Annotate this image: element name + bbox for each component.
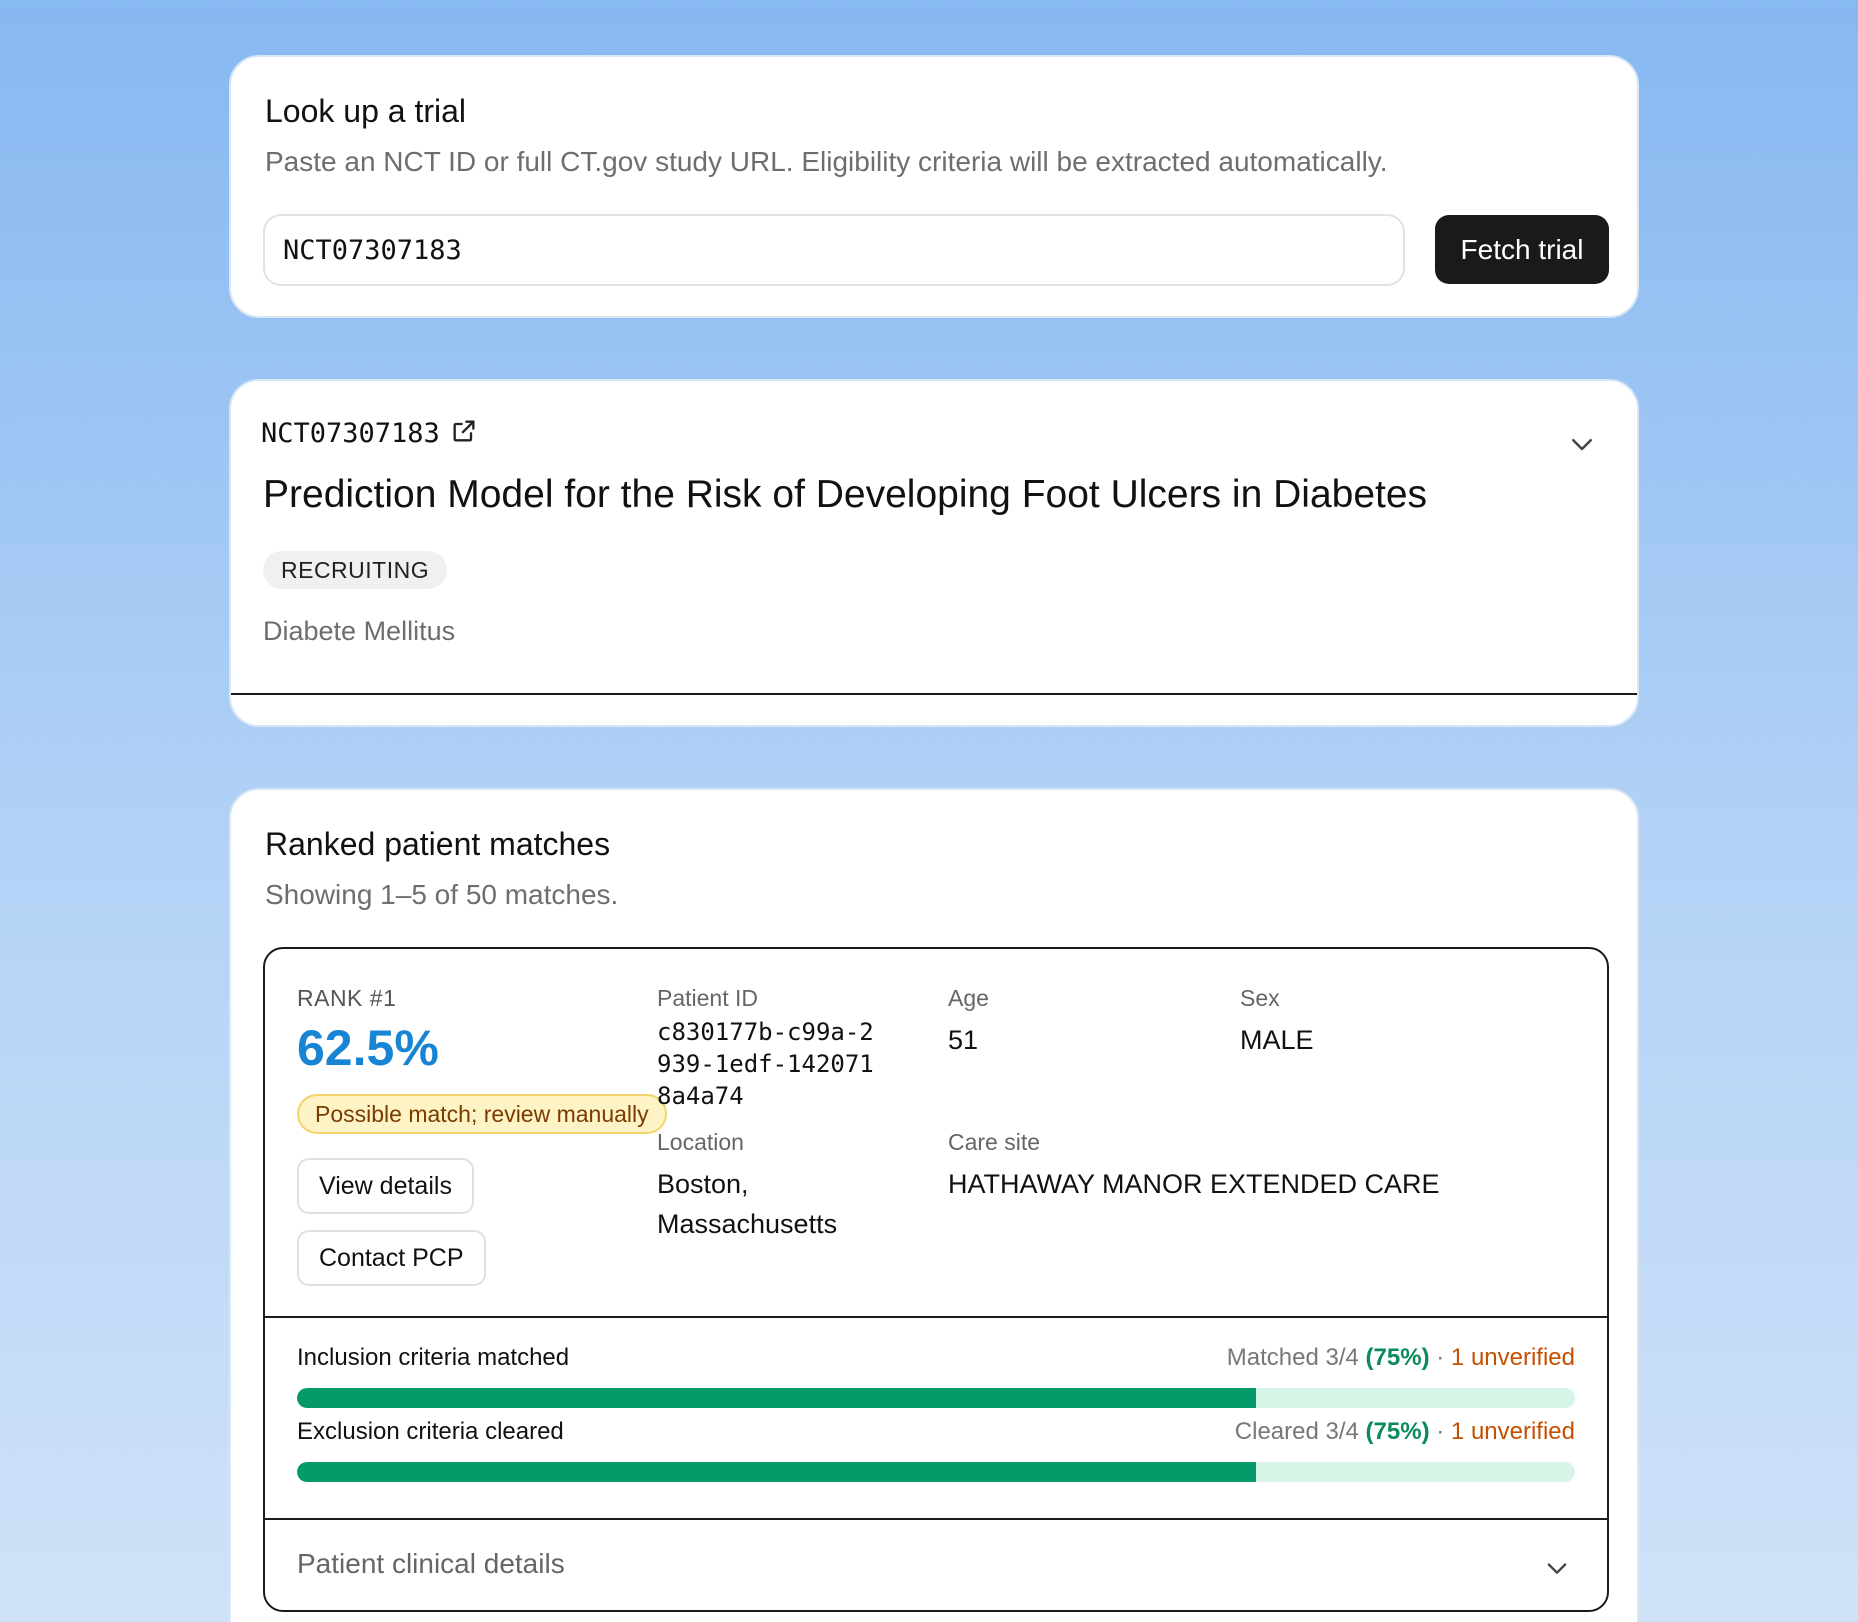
trial-id: NCT07307183 (261, 418, 440, 449)
trial-id-row: NCT07307183 (261, 417, 478, 450)
location-value: Boston, Massachusetts (657, 1169, 838, 1239)
nct-id-input[interactable] (263, 214, 1405, 286)
exclusion-count: Cleared 3/4 (1234, 1418, 1359, 1445)
inclusion-label: Inclusion criteria matched (297, 1344, 570, 1371)
inclusion-criteria-row: Inclusion criteria matched Matched 3/4 (… (297, 1318, 1575, 1408)
care-site-value: HATHAWAY MANOR EXTENDED CARE (948, 1169, 1440, 1199)
patient-id-field: Patient ID c830177b-c99a-2939-1edf-14207… (657, 985, 879, 1112)
exclusion-label: Exclusion criteria cleared (297, 1418, 564, 1445)
location-label: Location (657, 1129, 744, 1155)
rank-label: RANK #1 (297, 985, 397, 1011)
matches-title: Ranked patient matches (265, 826, 611, 862)
lookup-subtitle: Paste an NCT ID or full CT.gov study URL… (265, 146, 1388, 177)
patient-match-card: RANK #1 62.5% Possible match; review man… (263, 947, 1609, 1612)
exclusion-summary: Cleared 3/4 (75%) · 1 unverified (1235, 1418, 1575, 1446)
clinical-details-label: Patient clinical details (297, 1548, 565, 1579)
trial-divider (231, 693, 1637, 695)
external-link-icon (453, 420, 475, 442)
inclusion-unverified: 1 unverified (1450, 1344, 1575, 1371)
match-status-badge: Possible match; review manually (297, 1094, 667, 1134)
matches-card: Ranked patient matches Showing 1–5 of 50… (229, 788, 1639, 1622)
exclusion-unverified: 1 unverified (1450, 1418, 1575, 1445)
patient-clinical-details-toggle[interactable]: Patient clinical details (265, 1518, 1607, 1610)
inclusion-summary: Matched 3/4 (75%) · 1 unverified (1227, 1344, 1575, 1372)
sex-value: MALE (1240, 1025, 1314, 1055)
trial-title: Prediction Model for the Risk of Develop… (263, 473, 1428, 516)
sex-field: Sex MALE (1240, 985, 1460, 1060)
match-score: 62.5% (297, 1020, 439, 1076)
criteria-section: Inclusion criteria matched Matched 3/4 (… (265, 1316, 1607, 1518)
trial-external-link[interactable] (450, 417, 478, 450)
status-badge: RECRUITING (263, 551, 448, 589)
inclusion-count: Matched 3/4 (1226, 1344, 1359, 1371)
matches-subtitle: Showing 1–5 of 50 matches. (265, 879, 619, 910)
inclusion-percent: (75%) (1365, 1344, 1430, 1371)
trial-card: NCT07307183 Prediction Model for the Ris… (229, 379, 1639, 727)
exclusion-progress-fill (297, 1462, 1256, 1482)
fetch-trial-button[interactable]: Fetch trial (1435, 215, 1609, 284)
trial-condition: Diabete Mellitus (263, 616, 456, 646)
age-field: Age 51 (948, 985, 1168, 1060)
lookup-row: Fetch trial (263, 214, 1609, 286)
lookup-title: Look up a trial (265, 93, 467, 129)
lookup-card: Look up a trial Paste an NCT ID or full … (229, 55, 1639, 318)
view-details-button[interactable]: View details (297, 1158, 474, 1214)
chevron-down-icon (1547, 1563, 1567, 1574)
care-site-field: Care site HATHAWAY MANOR EXTENDED CARE (948, 1129, 1568, 1204)
contact-pcp-button[interactable]: Contact PCP (297, 1230, 486, 1286)
exclusion-criteria-row: Exclusion criteria cleared Cleared 3/4 (… (297, 1392, 1575, 1482)
age-value: 51 (948, 1025, 979, 1055)
patient-id-label: Patient ID (657, 985, 758, 1011)
exclusion-progress-bar (297, 1462, 1575, 1482)
location-field: Location Boston, Massachusetts (657, 1129, 887, 1244)
patient-id-value: c830177b-c99a-2939-1edf-1420718a4a74 (657, 1018, 874, 1110)
exclusion-percent: (75%) (1365, 1418, 1430, 1445)
age-label: Age (948, 985, 989, 1011)
inclusion-separator: · (1436, 1344, 1445, 1371)
care-site-label: Care site (948, 1129, 1041, 1155)
exclusion-separator: · (1436, 1418, 1445, 1445)
chevron-down-icon[interactable] (1567, 429, 1597, 459)
sex-label: Sex (1240, 985, 1280, 1011)
